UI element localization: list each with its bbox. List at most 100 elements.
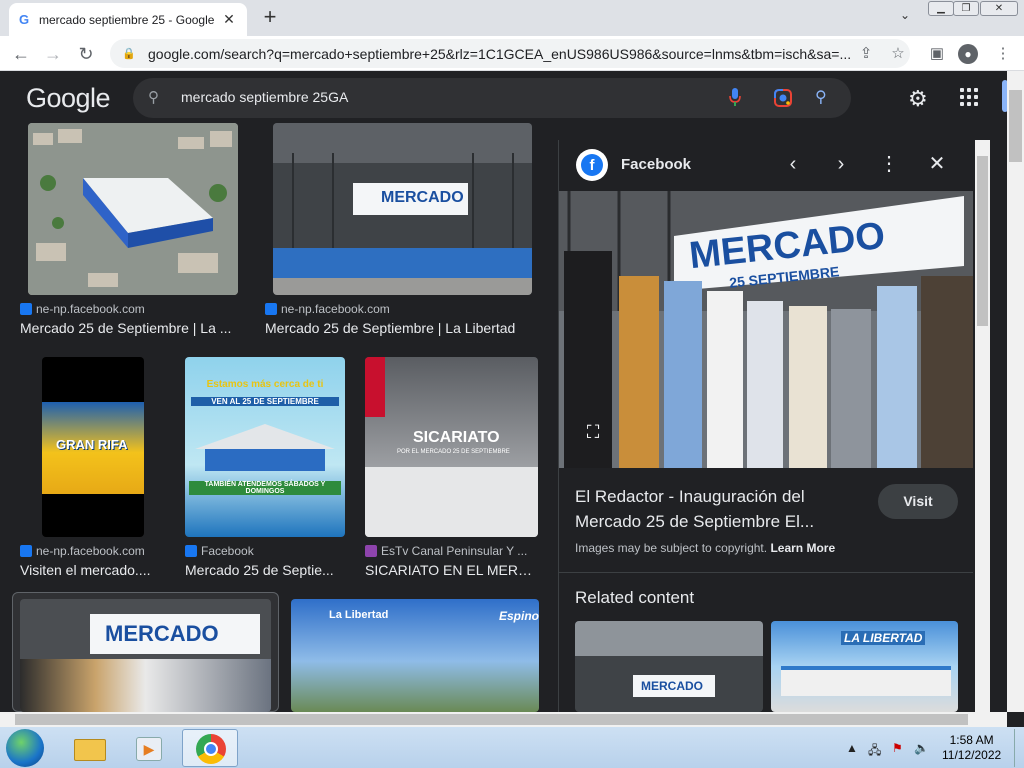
thumb-sicariato-sub-text: POR EL MERCADO 25 DE SEPTIEMBRE	[397, 449, 510, 455]
side-panel-icon[interactable]: ▣	[927, 44, 947, 64]
result-image-6[interactable]: MERCADO	[20, 599, 271, 712]
flag-icon[interactable]: ⚑	[892, 741, 903, 755]
thumb-mercado-text: MERCADO	[381, 189, 464, 206]
visit-button[interactable]: Visit	[878, 484, 958, 519]
aerial-market-photo	[28, 123, 238, 295]
related-content-heading: Related content	[575, 588, 695, 607]
related-thumb-2[interactable]: LA LIBERTAD	[771, 621, 958, 712]
bookmark-star-icon[interactable]: ☆	[888, 44, 908, 64]
tray-arrow-icon[interactable]: ▲	[846, 741, 858, 755]
google-lens-icon[interactable]	[773, 88, 793, 108]
result-title[interactable]: Visiten el mercado....	[20, 562, 160, 578]
search-icon: ⚲	[148, 89, 159, 106]
copyright-notice: Images may be subject to copyright. Lear…	[575, 541, 836, 555]
thumb-sicariato-text: SICARIATO	[413, 429, 500, 446]
panel-source-name[interactable]: Facebook	[621, 156, 691, 173]
result-source[interactable]: Facebook	[185, 544, 345, 558]
clock-time: 1:58 AM	[949, 733, 994, 747]
chrome-taskbar-icon[interactable]	[182, 729, 238, 767]
more-options-icon[interactable]: ⋮	[877, 152, 901, 176]
microphone-icon[interactable]	[729, 88, 741, 106]
result-image-1[interactable]	[28, 123, 238, 295]
estv-favicon-icon	[365, 545, 377, 557]
facebook-icon: f	[576, 149, 608, 181]
chevron-right-icon[interactable]: ›	[829, 152, 853, 176]
result-source[interactable]: ne-np.facebook.com	[20, 544, 170, 558]
panel-scrollbar-thumb[interactable]	[977, 156, 988, 326]
facebook-favicon-icon	[20, 545, 32, 557]
tab-title: mercado septiembre 25 - Google	[39, 12, 215, 27]
result-image-3[interactable]: GRAN RIFA	[42, 357, 144, 537]
result-title[interactable]: Mercado 25 de Septie...	[185, 562, 345, 578]
red-banner	[365, 357, 385, 417]
apps-grid-icon[interactable]	[960, 88, 978, 106]
search-box[interactable]: ⚲ mercado septiembre 25GA ⚲	[133, 78, 851, 118]
file-explorer-icon[interactable]	[62, 729, 118, 767]
minimize-button[interactable]: ▁	[928, 1, 954, 16]
roof	[575, 621, 763, 656]
result-image-7[interactable]: La Libertad Espino	[291, 599, 539, 712]
result-title[interactable]: SICARIATO EN EL MERC...	[365, 562, 535, 578]
car-photo	[365, 467, 538, 537]
result-source[interactable]: EsTv Canal Peninsular Y ...	[365, 544, 535, 558]
network-icon[interactable]: 🖧	[868, 741, 881, 762]
search-submit-icon[interactable]: ⚲	[815, 87, 827, 107]
preview-image[interactable]: MERCADO 25 SEPTIEMBRE	[559, 191, 973, 468]
thumb-ven-text: VEN AL 25 DE SEPTIEMBRE	[191, 397, 339, 406]
thumb-tambien-text: TAMBIÉN ATENDEMOS SÁBADOS Y DOMINGOS	[189, 481, 341, 495]
reload-icon[interactable]: ↻	[75, 43, 97, 65]
result-title[interactable]: Mercado 25 de Septiembre | La Libertad	[265, 320, 535, 336]
building	[781, 666, 951, 696]
browser-tab[interactable]: G mercado septiembre 25 - Google ✕	[9, 3, 247, 36]
thumb-estamos-text: Estamos más cerca de ti	[206, 379, 324, 390]
google-logo[interactable]: Google	[26, 83, 111, 114]
facebook-favicon-icon	[265, 303, 277, 315]
facebook-favicon-icon	[185, 545, 197, 557]
close-window-button[interactable]: ✕	[980, 1, 1018, 16]
address-bar[interactable]: 🔒 google.com/search?q=mercado+septiembre…	[110, 39, 910, 68]
volume-icon[interactable]: 🔈	[914, 741, 929, 755]
page-scrollbar-thumb[interactable]	[1009, 90, 1022, 162]
related-la-libertad-text: LA LIBERTAD	[841, 631, 926, 645]
thumb-la-libertad-text: La Libertad	[329, 609, 389, 621]
share-icon[interactable]: ⇪	[856, 44, 876, 64]
result-image-5[interactable]: SICARIATO POR EL MERCADO 25 DE SEPTIEMBR…	[365, 357, 538, 537]
search-input[interactable]: mercado septiembre 25GA	[181, 89, 348, 105]
tab-search-chevron-icon[interactable]: ⌄	[896, 8, 914, 26]
restore-button[interactable]: ❐	[953, 1, 979, 16]
back-arrow-icon[interactable]: ←	[10, 43, 32, 65]
learn-more-link[interactable]: Learn More	[770, 541, 835, 555]
close-icon[interactable]: ✕	[925, 152, 949, 176]
google-favicon-icon: G	[19, 12, 30, 27]
panel-divider	[559, 572, 973, 573]
facebook-favicon-icon	[20, 303, 32, 315]
lens-search-icon[interactable]: ⛶	[578, 422, 608, 448]
profile-avatar-icon[interactable]: ●	[958, 44, 978, 64]
result-image-4[interactable]: Estamos más cerca de ti VEN AL 25 DE SEP…	[185, 357, 345, 537]
url-text: google.com/search?q=mercado+septiembre+2…	[148, 45, 852, 62]
clock-date: 11/12/2022	[942, 748, 1002, 762]
close-tab-icon[interactable]: ✕	[221, 11, 237, 28]
windows-start-button[interactable]	[6, 729, 44, 767]
gear-icon[interactable]: ⚙	[908, 86, 928, 112]
horizontal-scrollbar-thumb[interactable]	[15, 714, 968, 725]
thumb-gran-rifa-text: GRAN RIFA	[56, 437, 128, 452]
thumb-mercado-text: MERCADO	[105, 621, 219, 646]
media-player-icon[interactable]: ▶	[122, 729, 178, 767]
result-source[interactable]: ne-np.facebook.com	[265, 302, 525, 316]
market-entrance-photo	[273, 123, 532, 295]
system-clock[interactable]: 1:58 AM 11/12/2022	[942, 733, 1001, 763]
thumb-espino-text: Espino	[499, 609, 539, 623]
result-title[interactable]: Mercado 25 de Septiembre | La ...	[20, 320, 245, 336]
chrome-menu-icon[interactable]: ⋮	[993, 44, 1013, 64]
related-thumb-1[interactable]: MERCADO	[575, 621, 763, 712]
result-image-2[interactable]: MERCADO	[273, 123, 532, 295]
forward-arrow-icon[interactable]: →	[42, 43, 64, 65]
new-tab-button[interactable]: +	[258, 6, 282, 30]
chevron-left-icon[interactable]: ‹	[781, 152, 805, 176]
panel-title[interactable]: El Redactor - Inauguración del Mercado 2…	[575, 484, 865, 534]
market-building-drawing	[195, 424, 335, 471]
page-scrollbar[interactable]	[1007, 71, 1024, 712]
show-desktop-button[interactable]	[1014, 729, 1024, 767]
result-source[interactable]: ne-np.facebook.com	[20, 302, 240, 316]
